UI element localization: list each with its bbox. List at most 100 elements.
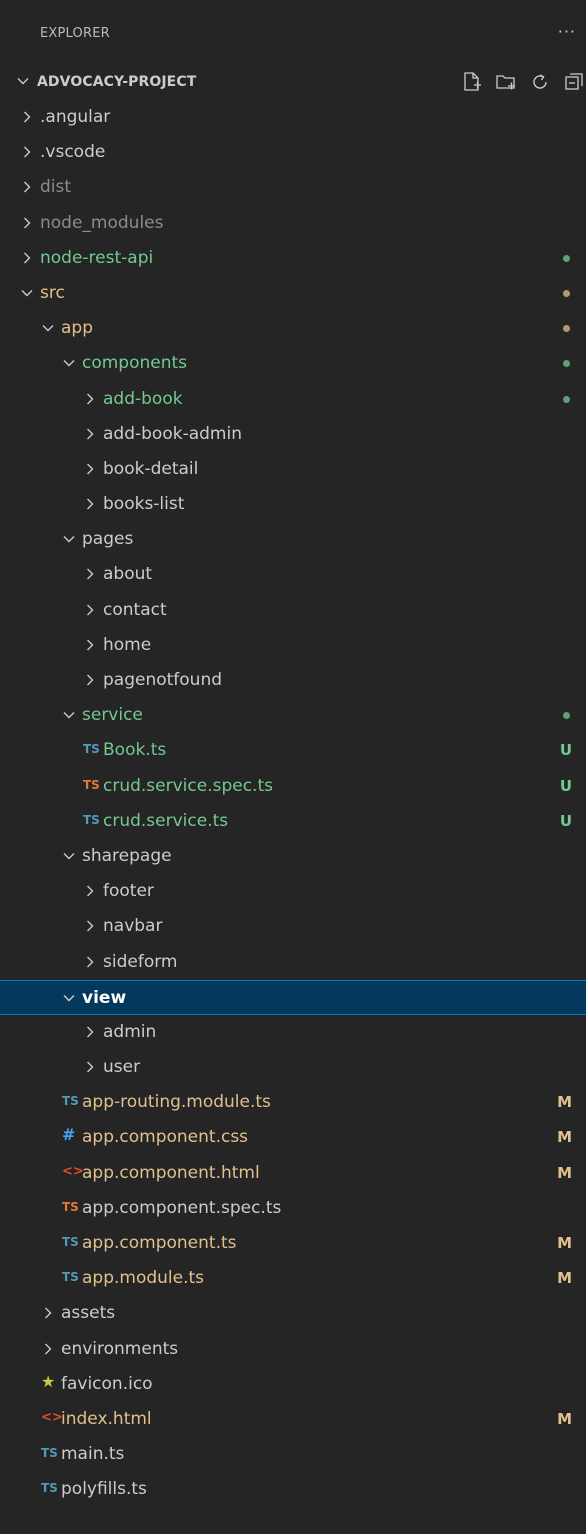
refresh-icon[interactable] [528,70,552,94]
chevron-down-icon [17,78,29,85]
folder-add-book-admin[interactable]: add-book-admin [0,417,586,452]
folder-home[interactable]: home [0,628,586,663]
folder-vscode[interactable]: .vscode [0,135,586,170]
folder-node-modules[interactable]: node_modules [0,206,586,241]
folder-about[interactable]: about [0,557,586,592]
file-app-component-html[interactable]: <> app.component.html M [0,1156,586,1191]
folder-src[interactable]: src [0,276,586,311]
file-crud-service-spec-ts[interactable]: TS crud.service.spec.ts U [0,769,586,804]
file-app-component-spec-ts[interactable]: TS app.component.spec.ts [0,1191,586,1226]
folder-label: books-list [103,494,185,515]
folder-angular[interactable]: .angular [0,100,586,135]
file-label: crud.service.spec.ts [103,775,273,796]
folder-label: view [82,987,127,1008]
file-tree: .angular .vscode dist node_modules node-rest… [0,100,586,1508]
folder-sideform[interactable]: sideform [0,945,586,980]
folder-app[interactable]: app [0,311,586,346]
git-status-badge: M [557,1269,572,1288]
folder-sharepage[interactable]: sharepage [0,839,586,874]
folder-books-list[interactable]: books-list [0,487,586,522]
folder-add-book[interactable]: add-book [0,382,586,417]
chevron-right-icon [24,252,31,264]
more-actions-icon[interactable]: ··· [558,22,576,41]
file-app-component-css[interactable]: # app.component.css M [0,1120,586,1155]
explorer-toolbar [460,70,586,94]
typescript-file-icon: TS [62,1094,79,1109]
folder-service[interactable]: service [0,698,586,733]
file-crud-service-ts[interactable]: TS crud.service.ts U [0,804,586,839]
file-app-routing-module-ts[interactable]: TS app-routing.module.ts M [0,1085,586,1120]
file-main-ts[interactable]: TS main.ts [0,1437,586,1472]
typescript-file-icon: TS [62,1235,79,1249]
explorer-title: EXPLORER [40,26,110,41]
folder-dist[interactable]: dist [0,170,586,205]
folder-view[interactable]: view [0,979,586,1015]
chevron-right-icon [87,639,94,651]
git-status-badge: M [557,1093,572,1112]
folder-label: node_modules [40,212,164,233]
chevron-right-icon [24,111,31,123]
file-label: main.ts [61,1444,125,1465]
chevron-right-icon [87,568,94,580]
git-status-dot-icon [563,360,570,368]
chevron-right-icon [87,1061,94,1073]
folder-label: admin [103,1021,157,1042]
folder-navbar[interactable]: navbar [0,909,586,944]
folder-user[interactable]: user [0,1050,586,1085]
chevron-right-icon [24,181,31,193]
typescript-file-icon: TS [62,1270,79,1285]
file-favicon-ico[interactable]: ★ favicon.ico [0,1367,586,1402]
git-status-dot-icon [563,289,570,297]
project-title: ADVOCACY-PROJECT [37,74,197,90]
git-status-dot-icon [563,254,570,262]
folder-components[interactable]: components [0,346,586,381]
git-status-badge: M [557,1163,572,1182]
file-index-html[interactable]: <> index.html M [0,1402,586,1437]
folder-label: home [103,634,152,655]
folder-node-rest-api[interactable]: node-rest-api [0,241,586,276]
file-book-ts[interactable]: TS Book.ts U [0,733,586,768]
chevron-right-icon [87,885,94,897]
chevron-right-icon [24,146,31,158]
folder-contact[interactable]: contact [0,593,586,628]
folder-environments[interactable]: environments [0,1332,586,1367]
folder-admin[interactable]: admin [0,1015,586,1050]
folder-pagenotfound[interactable]: pagenotfound [0,663,586,698]
typescript-file-icon: TS [41,1446,58,1461]
chevron-down-icon [42,325,54,332]
folder-label: dist [40,177,72,198]
file-app-component-ts[interactable]: TS app.component.ts M [0,1226,586,1261]
file-label: app.component.ts [82,1233,237,1253]
folder-label: .angular [40,107,111,127]
file-label: app.component.spec.ts [82,1197,282,1218]
chevron-right-icon [87,920,94,932]
folder-pages[interactable]: pages [0,522,586,557]
css-file-icon: # [62,1125,76,1145]
folder-label: components [82,353,188,374]
folder-assets[interactable]: assets [0,1296,586,1331]
git-status-dot-icon [563,712,570,720]
folder-book-detail[interactable]: book-detail [0,452,586,487]
folder-footer[interactable]: footer [0,874,586,909]
file-app-module-ts[interactable]: TS app.module.ts M [0,1261,586,1296]
folder-label: environments [61,1338,179,1359]
git-status-badge: U [559,811,572,830]
git-status-badge: U [559,741,572,760]
typescript-file-icon: TS [62,1199,79,1214]
new-folder-icon[interactable] [494,70,518,94]
folder-label: pages [82,529,134,550]
file-label: Book.ts [103,740,167,761]
folder-label: book-detail [103,458,199,479]
folder-label: pagenotfound [103,670,223,690]
file-label: crud.service.ts [103,810,229,831]
file-polyfills-ts[interactable]: TS polyfills.ts [0,1472,586,1507]
collapse-all-icon[interactable] [562,70,586,94]
chevron-right-icon [45,1343,52,1355]
new-file-icon[interactable] [460,70,484,94]
file-label: app.module.ts [82,1268,205,1289]
file-label: app-routing.module.ts [82,1092,271,1113]
folder-label: service [82,705,143,726]
favicon-star-icon: ★ [41,1371,56,1391]
chevron-right-icon [87,498,94,510]
project-section-header[interactable]: ADVOCACY-PROJECT [0,66,586,100]
